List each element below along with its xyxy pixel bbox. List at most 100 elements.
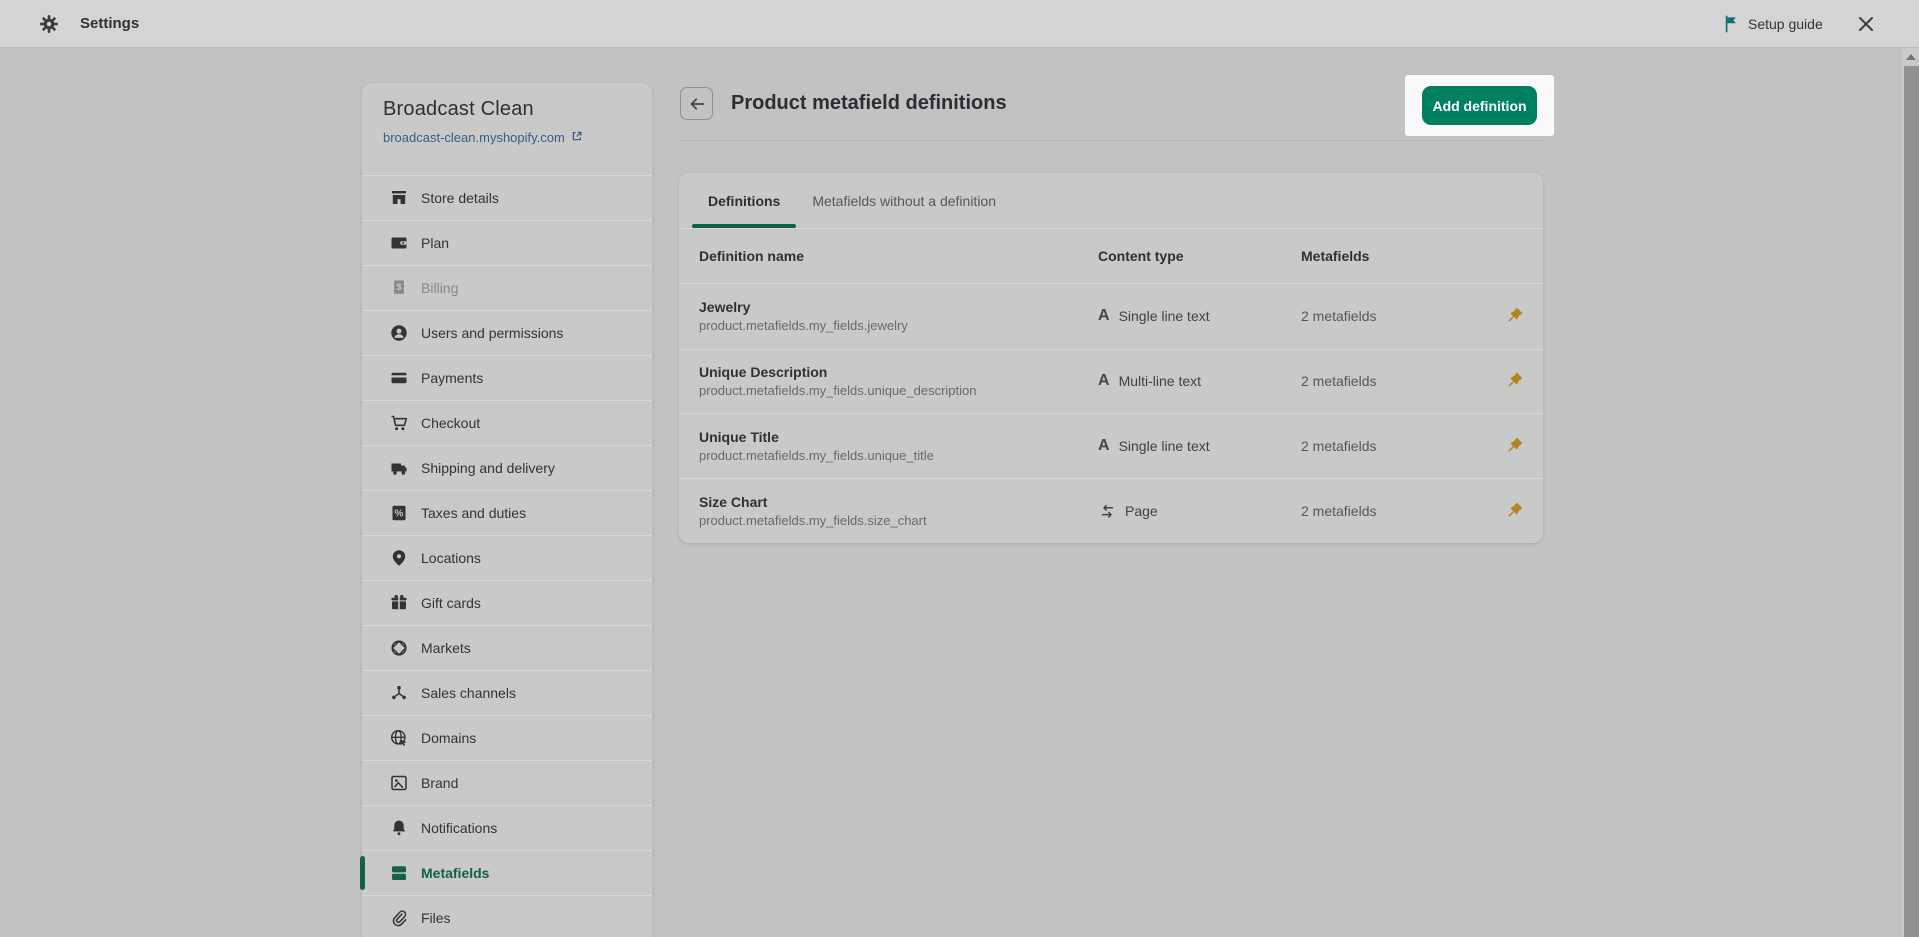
- add-definition-button[interactable]: Add definition: [1422, 86, 1537, 125]
- sidebar-item-label: Taxes and duties: [421, 505, 526, 521]
- brand-image-icon: [389, 773, 409, 793]
- scrollbar-thumb[interactable]: [1904, 66, 1919, 937]
- sidebar-item-notifications[interactable]: Notifications: [362, 805, 652, 850]
- svg-text:%: %: [395, 509, 404, 520]
- credit-card-icon: [389, 368, 409, 388]
- definition-key: product.metafields.my_fields.unique_titl…: [699, 448, 1098, 463]
- globe-icon: [389, 728, 409, 748]
- gear-icon: [38, 13, 60, 35]
- billing-icon: $: [389, 278, 409, 298]
- store-domain-text: broadcast-clean.myshopify.com: [383, 130, 565, 145]
- sidebar-item-sales-channels[interactable]: Sales channels: [362, 670, 652, 715]
- table-header: Definition name Content type Metafields: [679, 229, 1543, 284]
- scroll-up-icon[interactable]: [1906, 54, 1916, 60]
- sidebar-item-shipping-and-delivery[interactable]: Shipping and delivery: [362, 445, 652, 490]
- sidebar-item-label: Notifications: [421, 820, 497, 836]
- single-line-text-icon: A: [1098, 308, 1110, 324]
- sidebar-item-metafields[interactable]: Metafields: [362, 850, 652, 895]
- topbar: Settings Setup guide: [0, 0, 1919, 48]
- page-reference-icon: [1098, 502, 1116, 520]
- store-icon: [389, 188, 409, 208]
- settings-sidebar: Broadcast Clean broadcast-clean.myshopif…: [362, 83, 652, 937]
- store-header: Broadcast Clean broadcast-clean.myshopif…: [362, 83, 652, 175]
- bell-icon: [389, 818, 409, 838]
- sidebar-item-plan[interactable]: Plan: [362, 220, 652, 265]
- tabs: Definitions Metafields without a definit…: [679, 173, 1543, 229]
- definition-key: product.metafields.my_fields.jewelry: [699, 318, 1098, 333]
- sidebar-item-label: Shipping and delivery: [421, 460, 555, 476]
- sidebar-item-locations[interactable]: Locations: [362, 535, 652, 580]
- wallet-icon: [389, 233, 409, 253]
- sidebar-item-users-and-permissions[interactable]: Users and permissions: [362, 310, 652, 355]
- map-pin-icon: [389, 548, 409, 568]
- pin-icon[interactable]: [1503, 435, 1525, 457]
- column-content-type: Content type: [1098, 248, 1301, 264]
- table-row[interactable]: Jewelry product.metafields.my_fields.jew…: [679, 284, 1543, 349]
- definition-name[interactable]: Unique Description: [699, 364, 1098, 380]
- flag-icon: [1722, 14, 1742, 34]
- content-type-label: Single line text: [1119, 438, 1210, 454]
- tab-definitions[interactable]: Definitions: [692, 173, 796, 228]
- tab-metafields-without-definition[interactable]: Metafields without a definition: [796, 173, 1012, 228]
- column-metafields: Metafields: [1301, 248, 1543, 264]
- page-title: Product metafield definitions: [731, 92, 1007, 115]
- content-type-label: Multi-line text: [1119, 373, 1201, 389]
- column-definition-name: Definition name: [699, 248, 1098, 264]
- definitions-card: Definitions Metafields without a definit…: [679, 173, 1543, 543]
- svg-text:$: $: [396, 282, 401, 292]
- network-icon: [389, 683, 409, 703]
- sidebar-item-store-details[interactable]: Store details: [362, 175, 652, 220]
- sidebar-item-brand[interactable]: Brand: [362, 760, 652, 805]
- sidebar-item-label: Users and permissions: [421, 325, 563, 341]
- content-type-label: Page: [1125, 503, 1158, 519]
- sidebar-item-files[interactable]: Files: [362, 895, 652, 937]
- multi-line-text-icon: A: [1098, 373, 1110, 389]
- user-icon: [389, 323, 409, 343]
- sidebar-item-label: Domains: [421, 730, 476, 746]
- sidebar-item-label: Plan: [421, 235, 449, 251]
- pin-icon[interactable]: [1503, 500, 1525, 522]
- metafields-icon: [389, 863, 409, 883]
- table-row[interactable]: Unique Title product.metafields.my_field…: [679, 413, 1543, 478]
- sidebar-item-label: Files: [421, 910, 451, 926]
- metafields-count: 2 metafields: [1301, 373, 1376, 389]
- sidebar-item-label: Store details: [421, 190, 499, 206]
- sidebar-item-taxes-and-duties[interactable]: % Taxes and duties: [362, 490, 652, 535]
- setup-guide-button[interactable]: Setup guide: [1748, 0, 1823, 48]
- header-divider: [679, 140, 1543, 141]
- close-icon[interactable]: [1852, 10, 1880, 38]
- sidebar-item-checkout[interactable]: Checkout: [362, 400, 652, 445]
- metafields-count: 2 metafields: [1301, 438, 1376, 454]
- pin-icon[interactable]: [1503, 305, 1525, 327]
- table-row[interactable]: Size Chart product.metafields.my_fields.…: [679, 478, 1543, 543]
- definition-name[interactable]: Jewelry: [699, 299, 1098, 315]
- gift-icon: [389, 593, 409, 613]
- sidebar-item-domains[interactable]: Domains: [362, 715, 652, 760]
- sidebar-item-label: Locations: [421, 550, 481, 566]
- store-domain-link[interactable]: broadcast-clean.myshopify.com: [383, 130, 631, 145]
- single-line-text-icon: A: [1098, 438, 1110, 454]
- sidebar-nav: Store details Plan $ Billing Users and p…: [362, 175, 652, 937]
- definition-name[interactable]: Size Chart: [699, 494, 1098, 510]
- sidebar-item-markets[interactable]: Markets: [362, 625, 652, 670]
- sidebar-item-label: Metafields: [421, 865, 489, 881]
- sidebar-item-label: Sales channels: [421, 685, 516, 701]
- metafields-count: 2 metafields: [1301, 308, 1376, 324]
- sidebar-item-label: Markets: [421, 640, 471, 656]
- back-button[interactable]: [680, 87, 713, 120]
- definition-name[interactable]: Unique Title: [699, 429, 1098, 445]
- sidebar-item-gift-cards[interactable]: Gift cards: [362, 580, 652, 625]
- table-row[interactable]: Unique Description product.metafields.my…: [679, 349, 1543, 414]
- pin-icon[interactable]: [1503, 370, 1525, 392]
- settings-window: Settings Setup guide Broadcast Clean bro…: [0, 0, 1919, 937]
- content-type-label: Single line text: [1119, 308, 1210, 324]
- paperclip-icon: [389, 908, 409, 928]
- sidebar-item-payments[interactable]: Payments: [362, 355, 652, 400]
- external-link-icon: [571, 130, 583, 145]
- sidebar-item-label: Billing: [421, 280, 458, 296]
- sidebar-item-label: Brand: [421, 775, 458, 791]
- scrollbar[interactable]: [1902, 48, 1919, 937]
- sidebar-item-billing: $ Billing: [362, 265, 652, 310]
- definition-key: product.metafields.my_fields.size_chart: [699, 513, 1098, 528]
- store-name: Broadcast Clean: [383, 98, 631, 121]
